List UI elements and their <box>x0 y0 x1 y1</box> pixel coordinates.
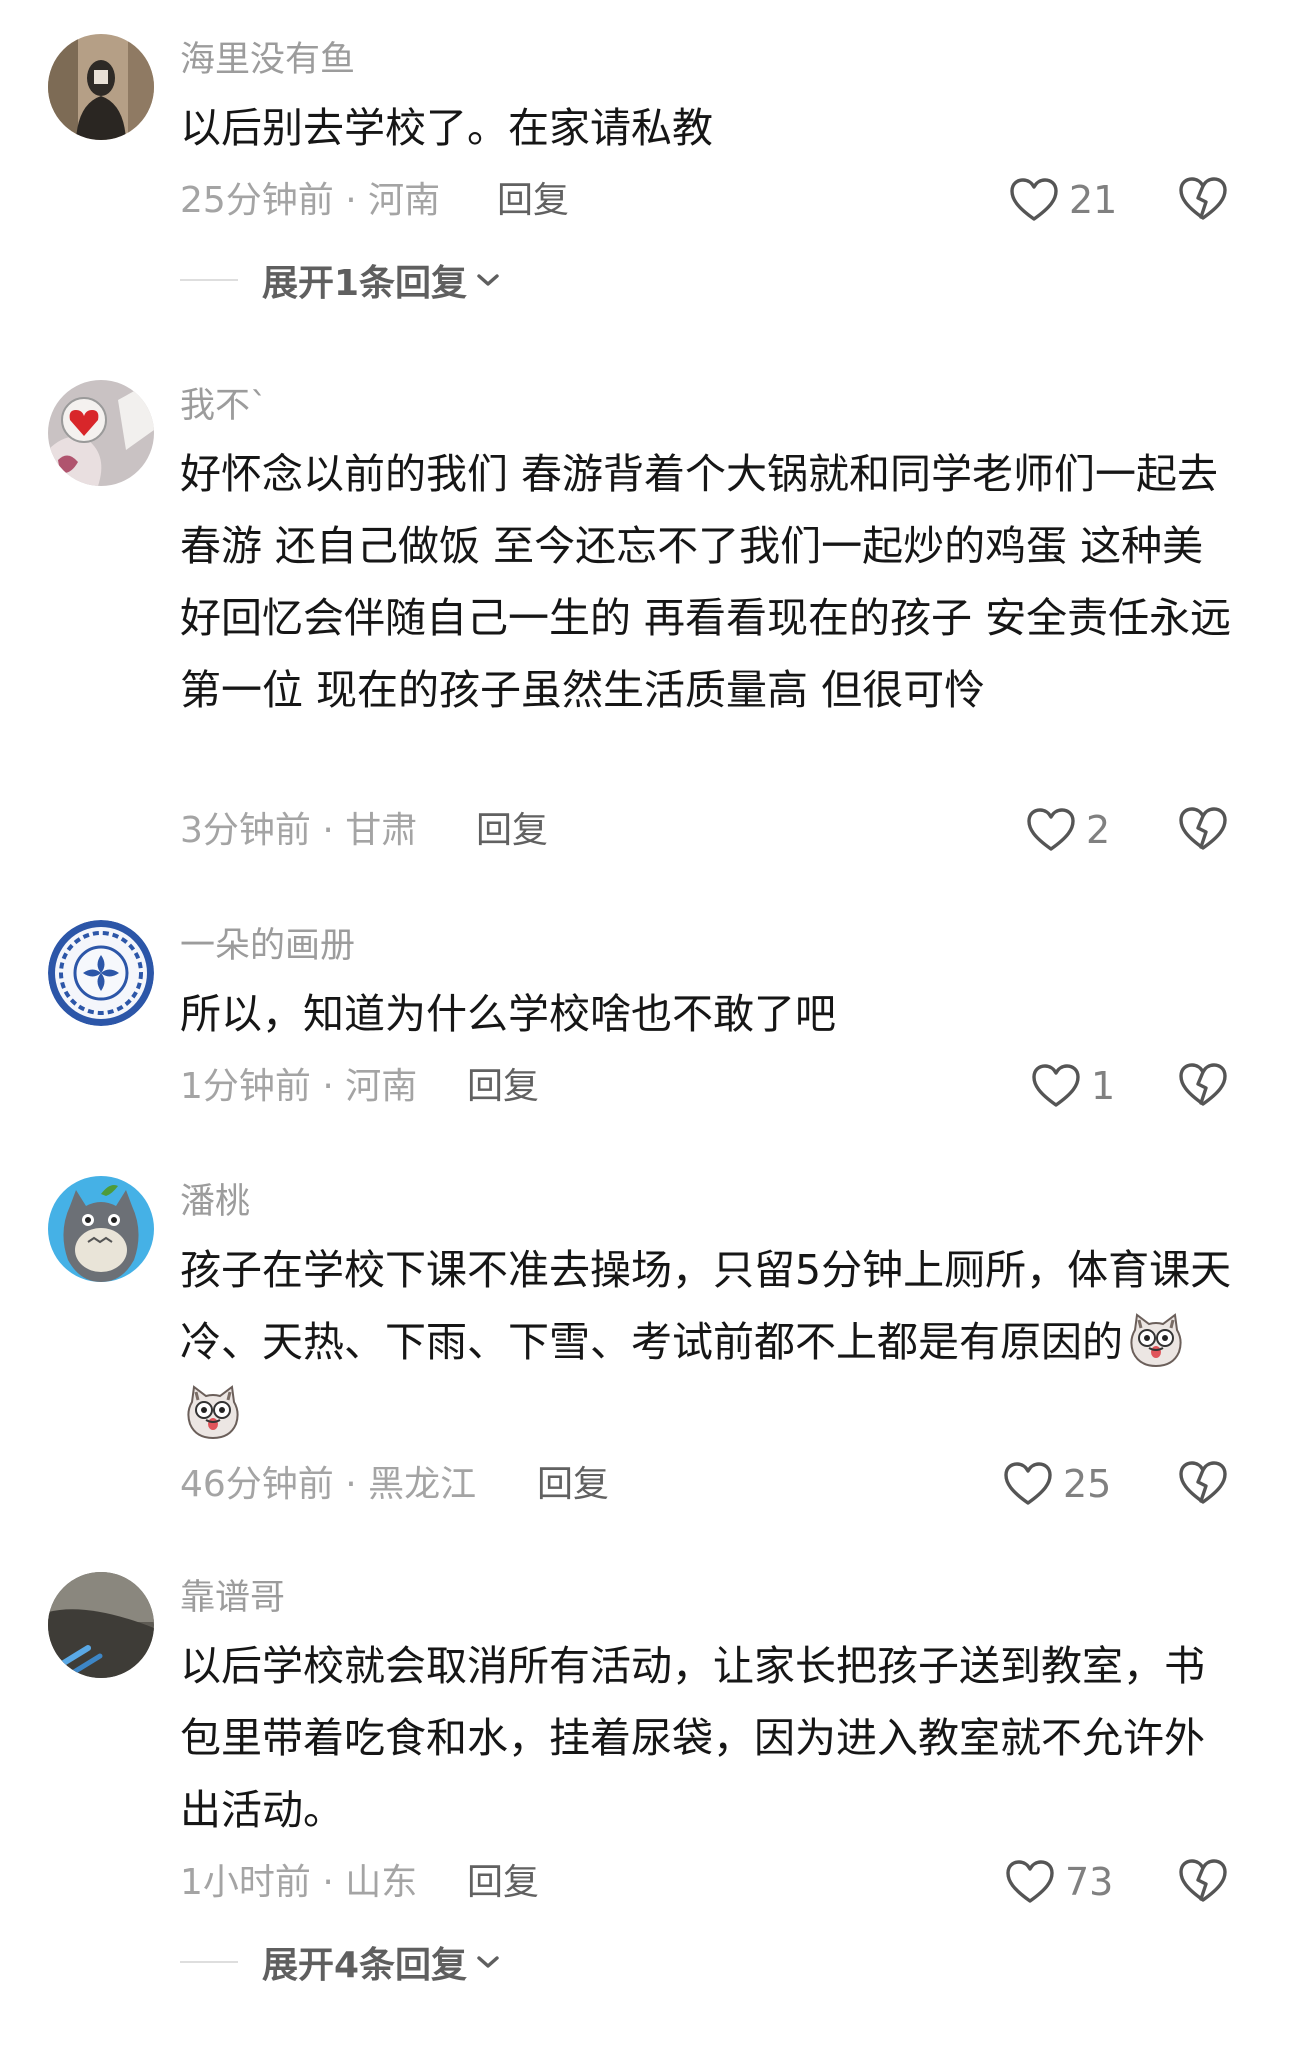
comment-text: 好怀念以前的我们 春游背着个大锅就和同学老师们一起去春游 还自己做饭 至今还忘不… <box>180 450 1232 714</box>
dislike-button[interactable] <box>1178 1062 1228 1112</box>
username[interactable]: 海里没有鱼 <box>180 38 355 82</box>
reply-button[interactable]: 回复 <box>497 176 569 226</box>
reply-button[interactable]: 回复 <box>467 1858 539 1908</box>
avatar[interactable] <box>48 1572 154 1678</box>
reply-button[interactable]: 回复 <box>476 806 548 856</box>
like-button[interactable]: 2 <box>1026 802 1110 858</box>
comment-text-body: 孩子在学校下课不准去操场，只留5分钟上厕所，体育课天冷、天热、下雨、下雪、考试前… <box>180 1246 1232 1366</box>
avatar[interactable] <box>48 380 154 486</box>
username[interactable]: 我不` <box>180 384 268 428</box>
broken-heart-icon <box>1178 1062 1228 1108</box>
broken-heart-icon <box>1178 1460 1228 1506</box>
comment-text: 以后别去学校了。在家请私教 <box>180 104 713 152</box>
broken-heart-icon <box>1178 806 1228 852</box>
dislike-button[interactable] <box>1178 806 1228 856</box>
broken-heart-icon <box>1178 176 1228 222</box>
comment-meta: 1分钟前 · 河南 <box>180 1066 418 1107</box>
comment-text: 以后学校就会取消所有活动，让家长把孩子送到教室，书包里带着吃食和水，挂着尿袋，因… <box>180 1642 1205 1834</box>
comment-meta: 25分钟前 · 河南 <box>180 180 441 221</box>
avatar[interactable] <box>48 920 154 1026</box>
dislike-button[interactable] <box>1178 1460 1228 1510</box>
heart-outline-icon <box>1009 177 1059 223</box>
like-button[interactable]: 73 <box>1005 1854 1113 1910</box>
comment-meta: 46分钟前 · 黑龙江 <box>180 1464 477 1505</box>
comment-meta: 3分钟前 · 甘肃 <box>180 810 418 851</box>
chevron-down-icon <box>475 1952 501 1972</box>
avatar[interactable] <box>48 34 154 140</box>
expand-replies-button[interactable]: 展开4条回复 <box>180 1934 501 1990</box>
dislike-button[interactable] <box>1178 176 1228 226</box>
comment-text: 孩子在学校下课不准去操场，只留5分钟上厕所，体育课天冷、天热、下雨、下雪、考试前… <box>180 1234 1240 1450</box>
reply-button[interactable]: 回复 <box>537 1460 609 1510</box>
heart-outline-icon <box>1005 1859 1055 1905</box>
like-button[interactable]: 1 <box>1031 1058 1115 1114</box>
username[interactable]: 潘桃 <box>180 1180 250 1224</box>
like-count: 2 <box>1086 808 1111 852</box>
comment-meta: 1小时前 · 山东 <box>180 1862 418 1903</box>
like-count: 21 <box>1069 178 1118 222</box>
cat-face-emoji <box>1127 1312 1185 1368</box>
avatar[interactable] <box>48 1176 154 1282</box>
dislike-button[interactable] <box>1178 1858 1228 1908</box>
expand-replies-label: 展开1条回复 <box>262 263 468 304</box>
username[interactable]: 靠谱哥 <box>180 1576 285 1620</box>
reply-button[interactable]: 回复 <box>467 1062 539 1112</box>
heart-outline-icon <box>1003 1461 1053 1507</box>
like-button[interactable]: 21 <box>1009 172 1117 228</box>
like-count: 1 <box>1091 1064 1116 1108</box>
heart-outline-icon <box>1031 1063 1081 1109</box>
broken-heart-icon <box>1178 1858 1228 1904</box>
divider <box>180 1961 238 1963</box>
username[interactable]: 一朵的画册 <box>180 924 355 968</box>
like-count: 73 <box>1065 1860 1114 1904</box>
expand-replies-label: 展开4条回复 <box>262 1945 468 1986</box>
cat-face-emoji <box>184 1384 242 1440</box>
like-count: 25 <box>1063 1462 1112 1506</box>
like-button[interactable]: 25 <box>1003 1456 1111 1512</box>
chevron-down-icon <box>475 270 501 290</box>
divider <box>180 279 238 281</box>
expand-replies-button[interactable]: 展开1条回复 <box>180 252 501 308</box>
comment-text: 所以，知道为什么学校啥也不敢了吧 <box>180 990 836 1038</box>
heart-outline-icon <box>1026 807 1076 853</box>
